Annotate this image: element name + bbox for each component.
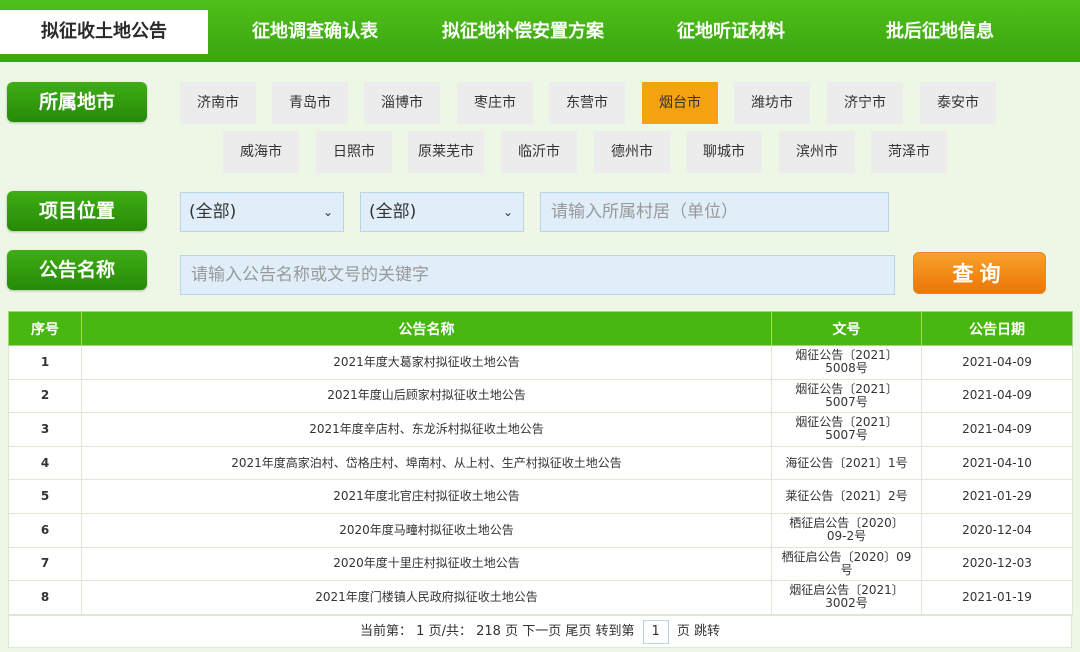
row-title-link[interactable]: 2021年度高家泊村、岱格庄村、埠南村、从上村、生产村拟征收土地公告 — [81, 445, 772, 481]
tab-compensation-plan[interactable]: 拟征地补偿安置方案 — [420, 10, 626, 54]
pagination-bar: 当前第： 1 页/共： 218 页 下一页 尾页 转到第 1 页 跳转 — [8, 615, 1072, 648]
row-doc-no: 烟征公告〔2021〕5007号 — [771, 378, 922, 414]
table-row[interactable]: 5 2021年度北官庄村拟征收土地公告 莱征公告〔2021〕2号 2021-01… — [8, 479, 1073, 514]
row-date: 2021-04-09 — [921, 378, 1073, 414]
region-select-value: (全部) — [189, 202, 237, 222]
city-button[interactable]: 滨州市 — [779, 131, 855, 173]
column-header-date: 公告日期 — [921, 311, 1073, 346]
tab-proposed-land-notice[interactable]: 拟征收土地公告 — [0, 10, 208, 54]
goto-suffix: 页 — [676, 624, 690, 639]
city-button[interactable]: 东营市 — [549, 82, 625, 124]
city-button[interactable]: 德州市 — [594, 131, 670, 173]
row-title-link[interactable]: 2021年度辛店村、东龙泝村拟征收土地公告 — [81, 412, 772, 447]
row-index: 7 — [8, 546, 82, 582]
row-title-link[interactable]: 2020年度十里庄村拟征收土地公告 — [81, 546, 772, 582]
goto-prefix: 转到第 — [595, 624, 635, 639]
table-row[interactable]: 7 2020年度十里庄村拟征收土地公告 栖征启公告〔2020〕09号 2020-… — [8, 546, 1073, 582]
row-index: 8 — [8, 580, 82, 615]
tab-hearing-materials[interactable]: 征地听证材料 — [636, 10, 826, 54]
row-index: 6 — [8, 512, 82, 548]
row-date: 2021-04-09 — [921, 345, 1073, 380]
row-date: 2021-04-09 — [921, 412, 1073, 447]
pager-current-page: 1 — [416, 624, 425, 639]
city-button[interactable]: 潍坊市 — [734, 82, 810, 124]
table-row[interactable]: 4 2021年度高家泊村、岱格庄村、埠南村、从上村、生产村拟征收土地公告 海征公… — [8, 445, 1073, 481]
notice-name-input[interactable]: 请输入公告名称或文号的关键字 — [180, 255, 895, 295]
query-button[interactable]: 查询 — [913, 252, 1046, 294]
city-button[interactable]: 泰安市 — [920, 82, 996, 124]
table-row[interactable]: 8 2021年度门楼镇人民政府拟征收土地公告 烟征启公告〔2021〕3002号 … — [8, 580, 1073, 615]
row-doc-no: 烟征公告〔2021〕5007号 — [771, 412, 922, 447]
row-title-link[interactable]: 2020年度马疃村拟征收土地公告 — [81, 512, 772, 548]
row-title-link[interactable]: 2021年度北官庄村拟征收土地公告 — [81, 479, 772, 514]
town-select-value: (全部) — [369, 202, 417, 222]
last-page-link[interactable]: 尾页 — [565, 624, 591, 639]
pager-total-pages: 218 — [476, 624, 501, 639]
row-date: 2020-12-03 — [921, 546, 1073, 582]
column-header-doc-no: 文号 — [771, 311, 922, 346]
row-date: 2021-04-10 — [921, 445, 1073, 481]
city-button[interactable]: 日照市 — [316, 131, 392, 173]
row-title-link[interactable]: 2021年度门楼镇人民政府拟征收土地公告 — [81, 580, 772, 615]
row-date: 2020-12-04 — [921, 512, 1073, 548]
table-header-row: 序号 公告名称 文号 公告日期 — [8, 311, 1073, 346]
pager-total-suffix: 页 — [505, 624, 519, 639]
column-header-title: 公告名称 — [81, 311, 772, 346]
table-row[interactable]: 1 2021年度大葛家村拟征收土地公告 烟征公告〔2021〕5008号 2021… — [8, 345, 1073, 380]
city-button[interactable]: 临沂市 — [501, 131, 577, 173]
row-doc-no: 栖征启公告〔2020〕09-2号 — [771, 512, 922, 548]
tab-post-approval-info[interactable]: 批后征地信息 — [845, 10, 1035, 54]
chevron-down-icon: ⌄ — [322, 205, 333, 219]
tab-survey-confirmation[interactable]: 征地调查确认表 — [215, 10, 415, 54]
notice-table: 序号 公告名称 文号 公告日期 1 2021年度大葛家村拟征收土地公告 烟征公告… — [8, 311, 1073, 615]
top-tab-bar: 拟征收土地公告 征地调查确认表 拟征地补偿安置方案 征地听证材料 批后征地信息 — [0, 0, 1080, 62]
row-title-link[interactable]: 2021年度山后顾家村拟征收土地公告 — [81, 378, 772, 414]
table-row[interactable]: 3 2021年度辛店村、东龙泝村拟征收土地公告 烟征公告〔2021〕5007号 … — [8, 412, 1073, 447]
notice-name-label: 公告名称 — [7, 250, 147, 290]
jump-button[interactable]: 跳转 — [694, 624, 720, 639]
city-label: 所属地市 — [7, 82, 147, 122]
location-label: 项目位置 — [7, 191, 147, 231]
table-row[interactable]: 2 2021年度山后顾家村拟征收土地公告 烟征公告〔2021〕5007号 202… — [8, 378, 1073, 414]
region-select[interactable]: (全部) ⌄ — [180, 192, 344, 232]
city-button[interactable]: 济南市 — [180, 82, 256, 124]
row-index: 4 — [8, 445, 82, 481]
village-input[interactable]: 请输入所属村居（单位） — [540, 192, 889, 232]
row-index: 5 — [8, 479, 82, 514]
row-index: 2 — [8, 378, 82, 414]
pager-total-mid: 页/共： — [428, 624, 472, 639]
city-button[interactable]: 威海市 — [223, 131, 299, 173]
table-row[interactable]: 6 2020年度马疃村拟征收土地公告 栖征启公告〔2020〕09-2号 2020… — [8, 512, 1073, 548]
row-date: 2021-01-19 — [921, 580, 1073, 615]
row-title-link[interactable]: 2021年度大葛家村拟征收土地公告 — [81, 345, 772, 380]
row-doc-no: 烟征启公告〔2021〕3002号 — [771, 580, 922, 615]
row-index: 1 — [8, 345, 82, 380]
row-doc-no: 栖征启公告〔2020〕09号 — [771, 546, 922, 582]
chevron-down-icon: ⌄ — [502, 205, 513, 219]
goto-page-input[interactable]: 1 — [642, 619, 669, 644]
city-button[interactable]: 聊城市 — [686, 131, 762, 173]
row-index: 3 — [8, 412, 82, 447]
city-button[interactable]: 青岛市 — [272, 82, 348, 124]
city-button[interactable]: 济宁市 — [827, 82, 903, 124]
row-date: 2021-01-29 — [921, 479, 1073, 514]
city-button-selected[interactable]: 烟台市 — [642, 82, 718, 124]
notice-name-placeholder: 请输入公告名称或文号的关键字 — [191, 265, 429, 285]
row-doc-no: 烟征公告〔2021〕5008号 — [771, 345, 922, 380]
city-button[interactable]: 淄博市 — [364, 82, 440, 124]
next-page-link[interactable]: 下一页 — [522, 624, 561, 639]
village-input-placeholder: 请输入所属村居（单位） — [551, 202, 738, 222]
town-select[interactable]: (全部) ⌄ — [360, 192, 524, 232]
city-button[interactable]: 原莱芜市 — [408, 131, 484, 173]
city-button[interactable]: 菏泽市 — [871, 131, 947, 173]
column-header-index: 序号 — [8, 311, 82, 346]
row-doc-no: 莱征公告〔2021〕2号 — [771, 479, 922, 514]
pager-current-prefix: 当前第： — [359, 624, 412, 639]
row-doc-no: 海征公告〔2021〕1号 — [771, 445, 922, 481]
city-button[interactable]: 枣庄市 — [457, 82, 533, 124]
